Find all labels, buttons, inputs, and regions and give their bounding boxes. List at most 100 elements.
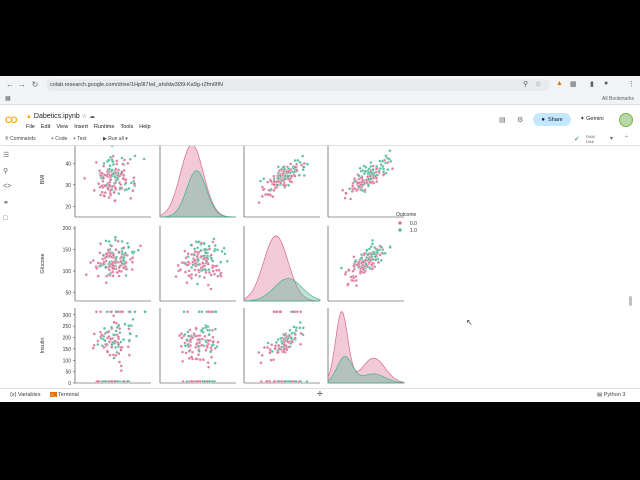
- point-outcome-0: [103, 173, 107, 177]
- cloud-icon[interactable]: ☁: [89, 114, 95, 120]
- menu-tools[interactable]: Tools: [120, 124, 133, 130]
- point-outcome-1: [189, 243, 193, 247]
- menu-help[interactable]: Help: [139, 124, 150, 130]
- reading-list-icon[interactable]: ▮: [590, 80, 594, 88]
- point-outcome-0: [185, 281, 189, 285]
- ram-disk-indicator[interactable]: RAM Disk: [586, 134, 595, 144]
- bookmark-star-icon[interactable]: ☆: [535, 80, 541, 88]
- point-outcome-0: [269, 179, 273, 183]
- point-outcome-0: [114, 167, 118, 171]
- point-outcome-0: [193, 250, 197, 254]
- point-outcome-0: [207, 270, 212, 275]
- secrets-key-icon[interactable]: ⚭: [3, 199, 9, 207]
- point-outcome-0: [271, 195, 275, 199]
- star-icon[interactable]: ☆: [82, 114, 87, 120]
- point-outcome-1: [110, 325, 114, 329]
- scrollbar[interactable]: [628, 146, 634, 388]
- point-outcome-1: [213, 327, 217, 331]
- point-outcome-1: [113, 235, 117, 239]
- point-outcome-0: [219, 271, 223, 275]
- point-outcome-1: [383, 251, 387, 255]
- point-outcome-1: [103, 379, 108, 384]
- gemini-button[interactable]: ✦ Gemini: [580, 116, 604, 122]
- runtime-label[interactable]: ▤ Python 3: [597, 392, 625, 398]
- y-tick-label: 0: [68, 381, 71, 387]
- point-outcome-1: [192, 253, 196, 257]
- status-plus-icon[interactable]: ✛: [317, 390, 323, 398]
- menu-view[interactable]: View: [56, 124, 68, 130]
- point-outcome-0: [349, 275, 353, 279]
- point-outcome-1: [274, 340, 278, 344]
- toc-icon[interactable]: ☰: [3, 151, 9, 159]
- point-outcome-0: [131, 256, 135, 260]
- code-snippets-icon[interactable]: <>: [3, 183, 11, 190]
- point-outcome-0: [104, 281, 108, 285]
- point-outcome-1: [128, 310, 132, 314]
- point-outcome-1: [352, 179, 357, 183]
- point-outcome-0: [119, 369, 123, 373]
- point-outcome-1: [196, 258, 200, 262]
- point-outcome-1: [367, 247, 371, 251]
- point-outcome-0: [378, 253, 382, 257]
- back-icon[interactable]: ←: [4, 80, 16, 89]
- avatar[interactable]: [619, 113, 633, 127]
- left-sidebar: ☰ ⚲ <> ⚭ □: [0, 146, 15, 388]
- commands-button[interactable]: ⚲ Commands: [5, 136, 36, 142]
- scrollbar-thumb[interactable]: [629, 296, 632, 306]
- point-outcome-1: [361, 189, 365, 193]
- point-outcome-0: [371, 164, 375, 168]
- variables-button[interactable]: {x} Variables: [10, 392, 41, 398]
- extension-icon[interactable]: ▲: [556, 80, 563, 87]
- point-outcome-1: [382, 167, 386, 171]
- comment-icon[interactable]: ▤: [499, 116, 506, 124]
- search-icon[interactable]: ⚲: [3, 167, 8, 175]
- point-outcome-0: [95, 266, 99, 271]
- point-outcome-0: [205, 345, 209, 349]
- menu-edit[interactable]: Edit: [41, 124, 50, 130]
- point-outcome-0: [116, 174, 120, 178]
- menu-runtime[interactable]: Runtime: [94, 124, 114, 130]
- point-outcome-0: [188, 348, 192, 352]
- point-outcome-0: [183, 270, 188, 274]
- notebook-filename[interactable]: ▲ Dabetics.ipynb ☆ ☁: [26, 113, 95, 120]
- runtime-dropdown-icon[interactable]: ▾: [610, 135, 613, 142]
- point-outcome-1: [133, 154, 137, 158]
- all-bookmarks-label[interactable]: All Bookmarks: [602, 96, 634, 102]
- sparkle-icon: ✦: [580, 116, 585, 122]
- point-outcome-0: [201, 265, 205, 269]
- forward-icon[interactable]: →: [16, 80, 28, 89]
- colab-logo[interactable]: CO: [5, 115, 20, 125]
- point-outcome-1: [214, 310, 218, 314]
- point-outcome-0: [360, 175, 364, 179]
- terminal-button[interactable]: >_ Terminal: [50, 392, 79, 398]
- zoom-icon[interactable]: ⚲: [523, 80, 528, 88]
- collapse-icon[interactable]: ⌃: [624, 135, 629, 142]
- point-outcome-0: [99, 193, 103, 197]
- profile-icon[interactable]: ●: [604, 80, 608, 87]
- point-outcome-0: [193, 268, 197, 272]
- add-code-button[interactable]: + Code: [51, 136, 67, 142]
- files-folder-icon[interactable]: □: [3, 215, 7, 222]
- point-outcome-0: [94, 310, 98, 314]
- point-outcome-0: [111, 353, 115, 357]
- point-outcome-1: [98, 264, 102, 268]
- menu-file[interactable]: File: [26, 124, 35, 130]
- point-outcome-0: [194, 345, 198, 349]
- point-outcome-0: [108, 183, 112, 187]
- apps-grid-icon[interactable]: ▦: [5, 95, 11, 102]
- puzzle-icon[interactable]: ▦: [570, 80, 577, 88]
- share-button[interactable]: ● Share: [533, 113, 571, 126]
- point-outcome-1: [276, 165, 280, 169]
- settings-icon[interactable]: ⚙: [517, 116, 523, 124]
- point-outcome-0: [107, 335, 111, 339]
- point-outcome-0: [111, 270, 115, 274]
- point-outcome-0: [99, 242, 103, 246]
- reload-icon[interactable]: ↻: [29, 80, 41, 89]
- point-outcome-0: [117, 352, 121, 356]
- url-field[interactable]: colab.research.google.com/drive/1Hp9l7Iw…: [46, 79, 550, 91]
- menu-insert[interactable]: Insert: [74, 124, 88, 130]
- add-text-button[interactable]: + Text: [73, 136, 86, 142]
- point-outcome-0: [119, 364, 123, 368]
- run-all-button[interactable]: ▶ Run all ▾: [103, 136, 128, 142]
- menu-dots-icon[interactable]: ⋮: [628, 80, 635, 88]
